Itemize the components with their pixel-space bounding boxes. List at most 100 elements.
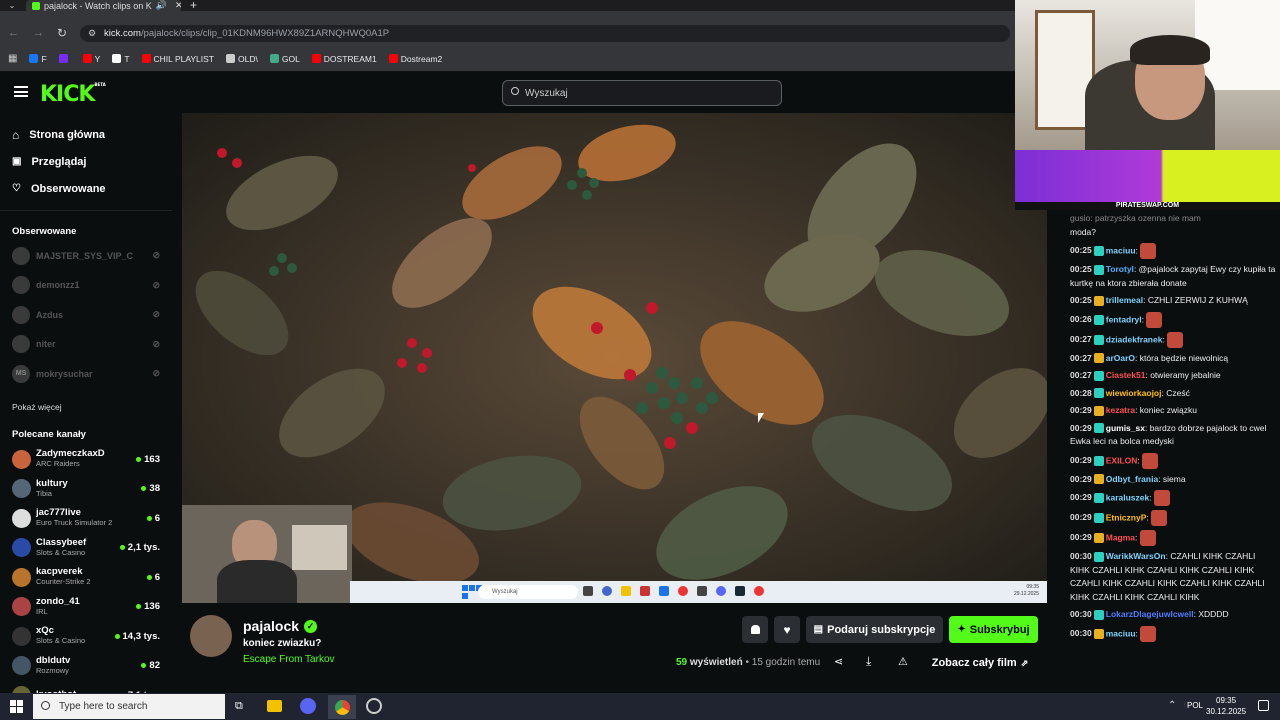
- nav-home[interactable]: ⌂ Strona główna: [0, 121, 172, 148]
- badge-icon: [1093, 551, 1104, 562]
- chat-username[interactable]: fentadryl: [1106, 314, 1142, 324]
- forward-button[interactable]: →: [33, 27, 44, 39]
- chat-timestamp: 00:27: [1070, 352, 1092, 363]
- close-tab-icon[interactable]: ✕: [171, 0, 181, 11]
- clip-category[interactable]: Escape From Tarkov: [243, 654, 335, 665]
- full-video-button[interactable]: Zobacz cały film ⇗: [924, 652, 1036, 674]
- chat-panel: gusio: patrzyszka ozenna nie mam moda? 00:…: [1047, 210, 1280, 693]
- recommended-channel-category: Euro Truck Simulator 2: [36, 518, 113, 528]
- site-info-icon[interactable]: ⚙: [88, 28, 96, 39]
- chat-username[interactable]: Magma: [1106, 532, 1135, 542]
- chat-username[interactable]: maciuu: [1106, 628, 1136, 638]
- file-explorer-icon[interactable]: [267, 700, 282, 712]
- followed-channel[interactable]: MAJSTER_SYS_VIP_C ⊘: [0, 241, 172, 271]
- bookmark-item[interactable]: T: [112, 54, 130, 64]
- back-button[interactable]: ←: [8, 27, 19, 39]
- reload-button[interactable]: ↻: [57, 26, 67, 40]
- channel-name[interactable]: pajalock ✓: [243, 618, 318, 634]
- bookmark-item[interactable]: GOL: [269, 53, 300, 64]
- followed-channel[interactable]: demonzz1 ⊘: [0, 271, 172, 301]
- subscribe-button[interactable]: ✦ Subskrybuj: [949, 616, 1038, 643]
- chat-username[interactable]: arOarO: [1106, 353, 1135, 363]
- channel-avatar: [12, 335, 30, 354]
- recommended-channel[interactable]: dbldutv Rozmowy 82: [0, 651, 172, 681]
- language-indicator[interactable]: POL: [1185, 701, 1204, 710]
- chat-timestamp: 00:27: [1070, 333, 1092, 344]
- recommended-channel[interactable]: ZadymeczkaxD ARC Raiders 163: [0, 445, 172, 475]
- offline-icon: ⊘: [152, 338, 160, 349]
- chat-username[interactable]: LokarzDlagejuwlcwell: [1106, 609, 1194, 619]
- report-icon[interactable]: ⚠: [898, 655, 908, 668]
- followed-channel[interactable]: MS mokrysuchar ⊘: [0, 359, 172, 389]
- chat-username[interactable]: Odbyt_frania: [1106, 474, 1158, 484]
- chrome-icon[interactable]: [328, 695, 356, 719]
- bookmark-item[interactable]: Dostream2: [388, 54, 442, 64]
- chat-username[interactable]: WarikkWarsOn: [1106, 551, 1166, 561]
- chat-username[interactable]: EXILON: [1106, 455, 1138, 465]
- speaker-icon[interactable]: 🔊: [156, 0, 167, 11]
- recommended-channel[interactable]: zondo_41 IRL 136: [0, 592, 172, 622]
- external-link-icon: ⇗: [1020, 657, 1029, 668]
- viewer-count-value: 82: [149, 660, 160, 672]
- streamer-webcam: [1015, 0, 1280, 150]
- nav-browse[interactable]: ▣ Przeglądaj: [0, 148, 172, 175]
- discord-icon[interactable]: [300, 698, 316, 714]
- recommended-channel[interactable]: xQc Slots & Casino 14,3 tys.: [0, 622, 172, 652]
- chat-username[interactable]: maciuu: [1106, 245, 1136, 255]
- notifications-button[interactable]: [742, 616, 768, 643]
- chat-username[interactable]: wiewiorkaojoj: [1106, 388, 1162, 398]
- followed-channel[interactable]: Azdus ⊘: [0, 300, 172, 330]
- recommended-channel[interactable]: kultury Tibia 38: [0, 474, 172, 504]
- followed-channel[interactable]: niter ⊘: [0, 330, 172, 360]
- recommended-channel[interactable]: jac777live Euro Truck Simulator 2 6: [0, 504, 172, 534]
- badge-icon: [1093, 246, 1104, 256]
- emote-icon: [1140, 625, 1157, 642]
- app-icon[interactable]: [366, 698, 382, 714]
- nav-following[interactable]: ♡ Obserwowane: [0, 175, 172, 202]
- taskbar-clock[interactable]: 09:35 30.12.2025: [1206, 695, 1246, 717]
- chat-username[interactable]: dziadekfranek: [1106, 334, 1163, 344]
- search-input[interactable]: Wyszukaj: [502, 80, 782, 106]
- channel-avatar[interactable]: [190, 615, 232, 657]
- chat-username[interactable]: Torotyl: [1106, 264, 1134, 274]
- recommended-channel[interactable]: Classybeef Slots & Casino 2,1 tys.: [0, 533, 172, 563]
- bookmark-item[interactable]: DOSTREAM1: [311, 54, 377, 64]
- chat-username[interactable]: Ciastek51: [1106, 370, 1146, 380]
- show-more-link[interactable]: Pokaż więcej: [0, 397, 172, 417]
- bookmark-item[interactable]: OLD\: [226, 54, 258, 64]
- menu-icon[interactable]: [14, 86, 28, 97]
- share-icon[interactable]: ⋖: [834, 655, 843, 668]
- chat-timestamp: 00:29: [1070, 492, 1092, 503]
- chat-username[interactable]: EtnicznyP: [1106, 512, 1147, 522]
- bookmark-item[interactable]: Y: [82, 54, 100, 64]
- bookmark-item[interactable]: F: [29, 54, 47, 64]
- chat-message: 00:25 maciuu:: [1047, 241, 1280, 261]
- bookmark-item[interactable]: CHIL PLAYLIST: [141, 54, 214, 64]
- video-taskbar-time: 09:35: [1026, 584, 1039, 590]
- start-button[interactable]: [10, 700, 23, 713]
- taskbar-search-input[interactable]: Type here to search: [33, 694, 225, 719]
- task-view-icon[interactable]: ⧉: [235, 700, 243, 713]
- bookmark-label: GOL: [281, 53, 300, 64]
- notifications-center-icon[interactable]: [1258, 700, 1269, 711]
- tab-list-button[interactable]: ⌄: [4, 0, 20, 11]
- chat-message: 00:29 EXILON:: [1047, 451, 1280, 471]
- recommended-channel-name: ZadymeczkaxD: [36, 448, 105, 460]
- url-field[interactable]: kick.com/pajalock/clips/clip_01KDNM96HWX…: [80, 25, 1010, 42]
- chat-timestamp: 00:29: [1070, 405, 1092, 415]
- live-dot-icon: [119, 545, 125, 551]
- apps-icon[interactable]: ▦: [8, 53, 17, 64]
- chat-username[interactable]: trillemeal: [1106, 295, 1143, 305]
- follow-button[interactable]: ♥: [774, 616, 800, 643]
- gift-icon: ▤: [813, 624, 824, 635]
- kick-logo[interactable]: KICKBETA: [40, 82, 106, 107]
- chat-username[interactable]: karaluszek: [1106, 492, 1149, 502]
- chat-username[interactable]: gumis_sx: [1106, 423, 1145, 433]
- chat-username[interactable]: kezatra: [1106, 405, 1135, 415]
- bookmark-item[interactable]: [58, 54, 71, 63]
- gift-subscription-button[interactable]: ▤ Podaruj subskrypcje: [806, 616, 943, 643]
- tray-chevron-icon[interactable]: ⌃: [1168, 700, 1176, 711]
- download-icon[interactable]: ⤓: [866, 654, 871, 669]
- recommended-channel[interactable]: kacpverek Counter-Strike 2 6: [0, 563, 172, 593]
- browser-tab-active[interactable]: pajalock - Watch clips on K 🔊 ✕: [26, 0, 181, 11]
